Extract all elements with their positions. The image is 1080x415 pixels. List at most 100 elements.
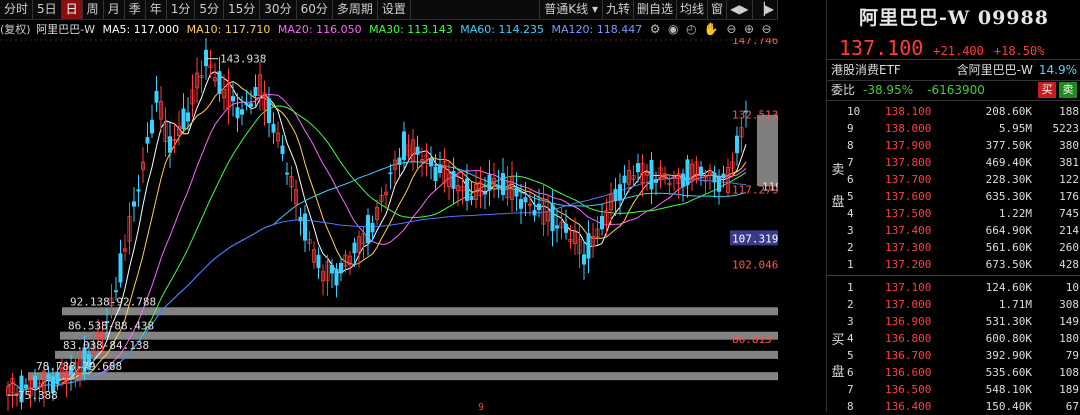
ask-row[interactable]: 7 137.800 469.40K 381 <box>827 154 1080 171</box>
tab-daily[interactable]: 日 <box>61 0 83 19</box>
play-icon[interactable]: ◀▶ <box>727 0 753 19</box>
ma-lines-button[interactable]: 均线 <box>677 0 709 19</box>
order-lvl: 8 <box>847 139 854 152</box>
zoom-out-icon[interactable]: ⊖ <box>726 22 736 36</box>
candle-body <box>649 160 654 190</box>
candle-body <box>685 159 690 186</box>
order-price: 137.200 <box>885 258 932 271</box>
order-price: 137.600 <box>885 190 932 203</box>
nine-turn-button[interactable]: 九转 <box>603 0 635 19</box>
order-ratio-pct: -38.95% <box>863 83 914 97</box>
bid-row[interactable]: 1 137.100 124.60K 10 <box>827 279 1080 296</box>
ask-row[interactable]: 3 137.400 664.90K 214 <box>827 222 1080 239</box>
bid-row[interactable]: 6 136.600 535.60K 108 <box>827 364 1080 381</box>
candle-body <box>114 290 119 293</box>
bid-row[interactable]: 2 137.000 1.71M 308 <box>827 296 1080 313</box>
tab-1min[interactable]: 1分 <box>167 0 196 19</box>
ask-row[interactable]: 5 137.600 635.30K 176 <box>827 188 1080 205</box>
tab-15min[interactable]: 15分 <box>224 0 261 19</box>
ask-row[interactable]: 8 137.900 377.50K 380 <box>827 137 1080 154</box>
period-toolbar: 分时 5日 日 周 月 季 年 1分 5分 15分 30分 60分 多周期 设置… <box>0 0 778 20</box>
order-lvl: 5 <box>847 349 854 362</box>
candle-body <box>550 204 555 232</box>
sell-button[interactable]: 卖 <box>1059 82 1077 98</box>
gear-icon[interactable]: ⚙ <box>650 22 661 36</box>
candle-body <box>149 119 154 134</box>
order-n: 260 <box>1059 241 1079 254</box>
ask-row[interactable]: 4 137.500 1.22M 745 <box>827 205 1080 222</box>
low-price-label: 75.388 <box>18 389 58 402</box>
candle-body <box>654 179 659 183</box>
ask-row[interactable]: 1 137.200 673.50K 428 <box>827 256 1080 273</box>
remove-favorite-button[interactable]: 删自选 <box>634 0 678 19</box>
candle-body <box>338 262 343 274</box>
order-vol: 150.40K <box>985 400 1032 413</box>
window-button[interactable]: 窗 <box>708 0 728 19</box>
tab-quarterly[interactable]: 季 <box>125 0 146 19</box>
order-vol: 392.90K <box>985 349 1032 362</box>
order-price: 136.800 <box>885 332 932 345</box>
ma20-value: MA20: 116.050 <box>277 23 362 36</box>
bid-row[interactable]: 3 136.900 531.30K 149 <box>827 313 1080 330</box>
candle-body <box>437 164 442 174</box>
tab-fenshi[interactable]: 分时 <box>0 0 34 19</box>
eye-icon[interactable]: ◉ <box>668 22 678 36</box>
support-zone-band <box>28 372 778 381</box>
bid-row[interactable]: 5 136.700 392.90K 79 <box>827 347 1080 364</box>
candle-body <box>118 253 123 283</box>
close-icon[interactable]: ⊖ <box>762 22 772 36</box>
tab-5day[interactable]: 5日 <box>33 0 62 19</box>
kline-chart[interactable]: 147.746132.513117.279107.319102.04686.81… <box>0 38 778 412</box>
candle-body <box>145 137 150 144</box>
support-zone-band <box>60 331 778 340</box>
tab-5min[interactable]: 5分 <box>195 0 225 19</box>
bid-row[interactable]: 8 136.400 150.40K 67 <box>827 398 1080 415</box>
candle-body <box>500 173 505 195</box>
book-divider <box>827 275 1080 276</box>
price-axis-label: 147.746 <box>732 38 778 47</box>
order-lvl: 8 <box>847 400 854 413</box>
ask-row[interactable]: 2 137.300 561.60K 260 <box>827 239 1080 256</box>
ask-row[interactable]: 9 138.000 5.95M 5223 <box>827 120 1080 137</box>
buy-button[interactable]: 买 <box>1038 82 1056 98</box>
order-price: 137.400 <box>885 224 932 237</box>
bid-row[interactable]: 7 136.500 548.10K 189 <box>827 381 1080 398</box>
order-price: 136.400 <box>885 400 932 413</box>
tab-weekly[interactable]: 周 <box>83 0 104 19</box>
tab-60min[interactable]: 60分 <box>297 0 333 19</box>
tab-yearly[interactable]: 年 <box>146 0 167 19</box>
support-zone-band <box>62 307 778 316</box>
chart-icon[interactable]: ◴ <box>686 22 696 36</box>
order-price: 137.800 <box>885 156 932 169</box>
candle-body <box>136 189 141 192</box>
candle-body <box>564 223 569 233</box>
etf-row[interactable]: 港股消费ETF 含阿里巴巴-W 14.9% <box>827 59 1080 81</box>
adjust-label[interactable]: (复权) <box>0 23 31 36</box>
bid-row[interactable]: 4 136.800 600.80K 180 <box>827 330 1080 347</box>
candle-body <box>487 174 492 191</box>
candle-body <box>167 136 172 153</box>
price-axis-label: 102.046 <box>732 258 778 271</box>
zoom-in-icon[interactable]: ⊕ <box>744 22 754 36</box>
order-lvl: 4 <box>847 332 854 345</box>
order-lvl: 2 <box>847 241 854 254</box>
price-axis-label: 86.813 <box>732 333 772 346</box>
ask-row[interactable]: 6 137.700 228.30K 122 <box>827 171 1080 188</box>
tab-30min[interactable]: 30分 <box>260 0 297 19</box>
stock-title: 阿里巴巴-W 09988 <box>859 7 1049 29</box>
ask-row[interactable]: 10 138.100 208.60K 188 <box>827 103 1080 120</box>
candle-body <box>582 254 587 265</box>
chevron-down-icon: ▾ <box>591 2 598 16</box>
collapse-icon[interactable]: ▕▶ <box>753 0 778 19</box>
kline-type-select[interactable]: 普通K线 ▾ <box>539 0 603 19</box>
candle-body <box>235 107 240 119</box>
hand-icon[interactable]: ✋ <box>704 22 719 36</box>
tab-monthly[interactable]: 月 <box>104 0 125 19</box>
candle-body <box>469 196 474 201</box>
ma5-value: MA5: 117.000 <box>102 23 180 36</box>
candle-body <box>280 145 285 154</box>
tab-multi-period[interactable]: 多周期 <box>333 0 378 19</box>
candle-body <box>352 242 357 254</box>
settings-button[interactable]: 设置 <box>378 0 411 19</box>
order-lvl: 3 <box>847 315 854 328</box>
